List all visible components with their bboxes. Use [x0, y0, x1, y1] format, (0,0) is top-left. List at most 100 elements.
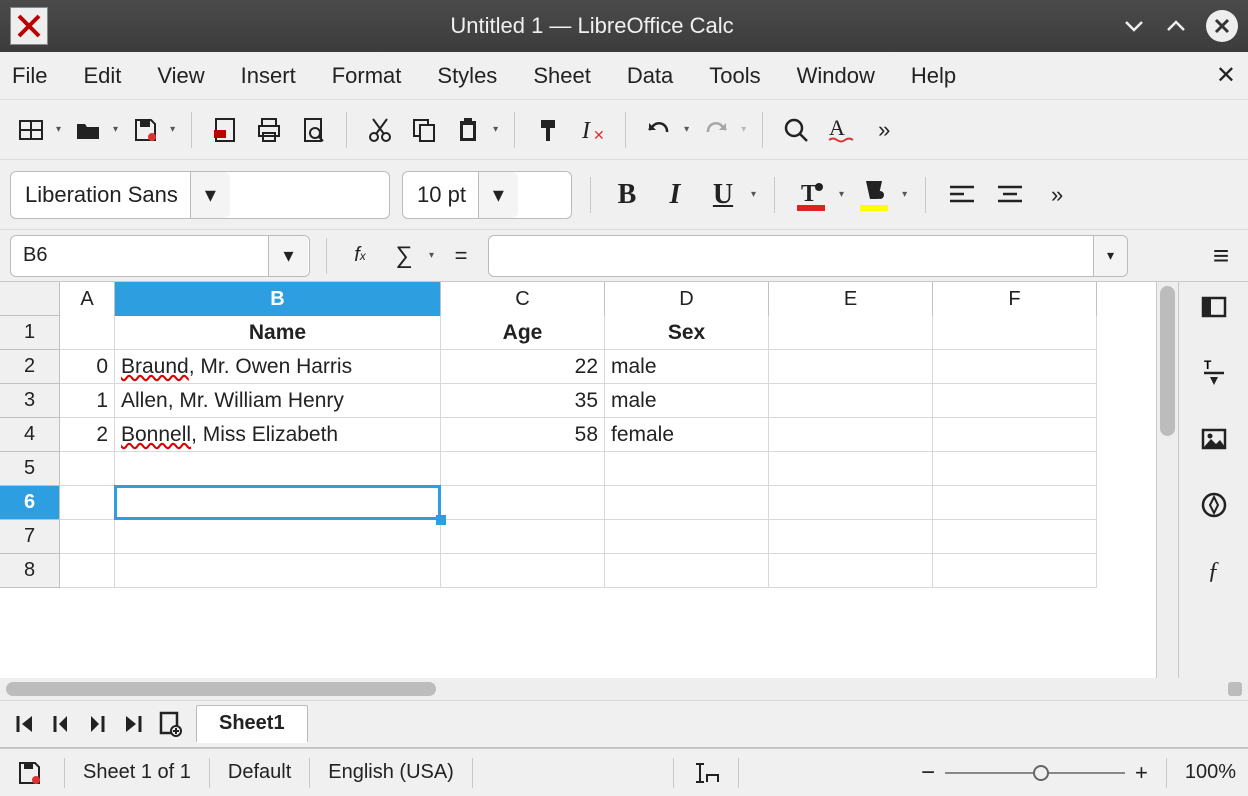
window-close-icon[interactable]	[1206, 10, 1238, 42]
navigator-panel-icon[interactable]	[1197, 488, 1231, 522]
cell-A3[interactable]: 1	[60, 384, 115, 418]
window-minimize-icon[interactable]	[1122, 14, 1146, 38]
redo-icon[interactable]	[699, 113, 733, 147]
next-sheet-icon[interactable]	[86, 713, 108, 735]
cut-icon[interactable]	[363, 113, 397, 147]
toolbar-overflow-icon[interactable]: »	[867, 113, 901, 147]
export-pdf-icon[interactable]	[208, 113, 242, 147]
select-all-corner[interactable]	[0, 282, 60, 316]
first-sheet-icon[interactable]	[14, 713, 36, 735]
page-style-label[interactable]: Default	[228, 761, 291, 784]
insert-mode-icon[interactable]	[692, 761, 720, 785]
font-size-combo[interactable]: 10 pt ▾	[402, 171, 572, 219]
cell-D5[interactable]	[605, 452, 769, 486]
save-dropdown[interactable]: ▾	[170, 124, 175, 135]
cell-C6[interactable]	[441, 486, 605, 520]
row-header-8[interactable]: 8	[0, 554, 59, 588]
row-header-3[interactable]: 3	[0, 384, 59, 418]
cell-C8[interactable]	[441, 554, 605, 588]
open-icon[interactable]	[71, 113, 105, 147]
open-dropdown[interactable]: ▾	[113, 124, 118, 135]
formula-equals-icon[interactable]: =	[444, 239, 478, 273]
cell-F3[interactable]	[933, 384, 1097, 418]
cell-B1[interactable]: Name	[115, 316, 441, 350]
cell-A2[interactable]: 0	[60, 350, 115, 384]
menu-insert[interactable]: Insert	[241, 63, 296, 89]
cell-B8[interactable]	[115, 554, 441, 588]
chevron-down-icon[interactable]: ▾	[478, 172, 518, 218]
paste-icon[interactable]	[451, 113, 485, 147]
menu-styles[interactable]: Styles	[437, 63, 497, 89]
align-left-icon[interactable]	[944, 175, 980, 215]
font-color-dropdown[interactable]: ▾	[839, 189, 844, 200]
row-header-2[interactable]: 2	[0, 350, 59, 384]
cell-B7[interactable]	[115, 520, 441, 554]
cell-reference-input[interactable]: B6 ▾	[10, 235, 310, 277]
zoom-slider[interactable]: − +	[921, 759, 1148, 787]
cell-C5[interactable]	[441, 452, 605, 486]
col-header-E[interactable]: E	[769, 282, 933, 316]
close-document-icon[interactable]: ✕	[1216, 61, 1236, 90]
sheet-tab-active[interactable]: Sheet1	[196, 705, 308, 743]
cell-D7[interactable]	[605, 520, 769, 554]
language-label[interactable]: English (USA)	[328, 761, 454, 784]
cell-E7[interactable]	[769, 520, 933, 554]
find-replace-icon[interactable]	[779, 113, 813, 147]
cell-E6[interactable]	[769, 486, 933, 520]
spreadsheet-grid[interactable]: A B C D E F 1 2 3 4 5 6 7 8	[0, 282, 1178, 678]
cell-D8[interactable]	[605, 554, 769, 588]
cell-F4[interactable]	[933, 418, 1097, 452]
highlight-color-dropdown[interactable]: ▾	[902, 189, 907, 200]
row-header-5[interactable]: 5	[0, 452, 59, 486]
cell-F7[interactable]	[933, 520, 1097, 554]
cell-A6[interactable]	[60, 486, 115, 520]
cell-D4[interactable]: female	[605, 418, 769, 452]
chevron-down-icon[interactable]: ▾	[268, 236, 308, 276]
window-maximize-icon[interactable]	[1164, 14, 1188, 38]
font-color-icon[interactable]: T	[793, 175, 829, 215]
cell-A1[interactable]	[60, 316, 115, 350]
bold-icon[interactable]: B	[609, 175, 645, 215]
menu-data[interactable]: Data	[627, 63, 673, 89]
italic-icon[interactable]: I	[657, 175, 693, 215]
undo-icon[interactable]	[642, 113, 676, 147]
cell-D3[interactable]: male	[605, 384, 769, 418]
scrollbar-thumb[interactable]	[6, 682, 436, 696]
underline-icon[interactable]: U	[705, 175, 741, 215]
col-header-D[interactable]: D	[605, 282, 769, 316]
cell-B5[interactable]	[115, 452, 441, 486]
cell-F6[interactable]	[933, 486, 1097, 520]
menu-help[interactable]: Help	[911, 63, 956, 89]
gallery-panel-icon[interactable]	[1197, 422, 1231, 456]
col-header-B[interactable]: B	[115, 282, 441, 316]
menu-file[interactable]: File	[12, 63, 47, 89]
cell-E5[interactable]	[769, 452, 933, 486]
sidebar-toggle-icon[interactable]: ≡	[1204, 239, 1238, 273]
cell-E2[interactable]	[769, 350, 933, 384]
sum-dropdown[interactable]: ▾	[429, 250, 434, 261]
cell-A8[interactable]	[60, 554, 115, 588]
cell-B4[interactable]: Bonnell, Miss Elizabeth	[115, 418, 441, 452]
menu-sheet[interactable]: Sheet	[533, 63, 591, 89]
cell-F2[interactable]	[933, 350, 1097, 384]
cell-A5[interactable]	[60, 452, 115, 486]
row-header-1[interactable]: 1	[0, 316, 59, 350]
cell-B6[interactable]	[115, 486, 441, 520]
row-header-4[interactable]: 4	[0, 418, 59, 452]
redo-dropdown[interactable]: ▾	[741, 124, 746, 135]
zoom-out-icon[interactable]: −	[921, 759, 935, 787]
spellcheck-icon[interactable]: A	[823, 113, 857, 147]
clear-formatting-icon[interactable]: I✕	[575, 113, 609, 147]
cell-E8[interactable]	[769, 554, 933, 588]
copy-icon[interactable]	[407, 113, 441, 147]
cell-C3[interactable]: 35	[441, 384, 605, 418]
zoom-slider-track[interactable]	[945, 772, 1125, 774]
toolbar-overflow-icon[interactable]: »	[1040, 178, 1074, 212]
functions-panel-icon[interactable]: ƒ	[1197, 554, 1231, 588]
print-preview-icon[interactable]	[296, 113, 330, 147]
cell-D1[interactable]: Sex	[605, 316, 769, 350]
menu-tools[interactable]: Tools	[709, 63, 760, 89]
add-sheet-icon[interactable]	[158, 711, 182, 737]
col-header-C[interactable]: C	[441, 282, 605, 316]
save-icon[interactable]	[128, 113, 162, 147]
